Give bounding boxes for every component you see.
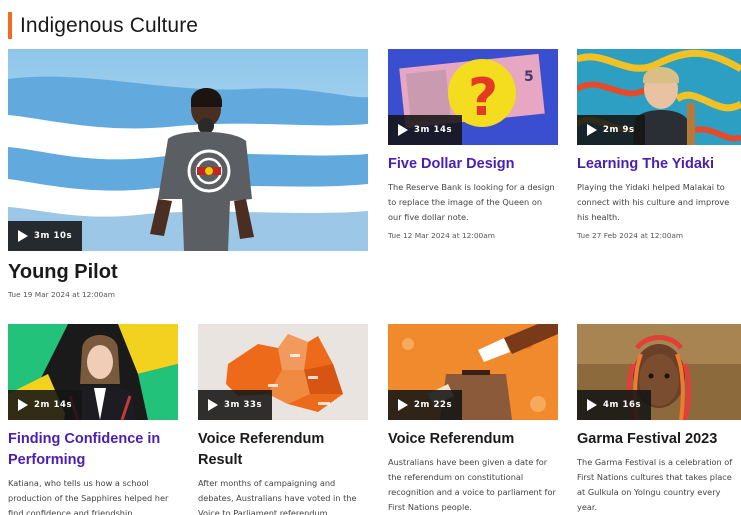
hero-duration: 3m 10s — [34, 231, 73, 241]
section-header: Indigenous Culture — [8, 12, 198, 39]
video-thumbnail[interactable]: 2m 22s — [388, 324, 558, 420]
video-duration: 2m 22s — [414, 400, 453, 410]
svg-text:5: 5 — [524, 69, 534, 85]
video-date: Tue 12 Mar 2024 at 12:00am — [388, 231, 495, 240]
play-icon — [18, 399, 28, 411]
video-title[interactable]: Five Dollar Design — [388, 154, 558, 175]
video-card[interactable]: 5 ? 3m 14s Five Dollar Design The Reserv… — [388, 49, 558, 240]
video-description: Australians have been given a date for t… — [388, 457, 556, 512]
play-icon — [208, 399, 218, 411]
video-card[interactable]: 3m 33s Voice Referendum Result After mon… — [198, 324, 368, 515]
video-duration: 3m 14s — [414, 125, 453, 135]
video-title[interactable]: Voice Referendum — [388, 429, 558, 450]
video-thumbnail[interactable]: 4m 16s — [577, 324, 741, 420]
video-thumbnail[interactable]: 3m 33s — [198, 324, 368, 420]
video-duration: 4m 16s — [603, 400, 642, 410]
video-description: The Garma Festival is a celebration of F… — [577, 457, 733, 512]
video-card[interactable]: 2m 9s Learning The Yidaki Playing the Yi… — [577, 49, 741, 240]
video-duration: 3m 33s — [224, 400, 263, 410]
duration-badge: 2m 14s — [8, 390, 83, 420]
video-duration: 2m 9s — [603, 125, 635, 135]
duration-badge: 4m 16s — [577, 390, 652, 420]
video-description: The Reserve Bank is looking for a design… — [388, 182, 555, 222]
video-title[interactable]: Voice Referendum Result — [198, 429, 368, 471]
play-icon — [398, 399, 408, 411]
hero-date: Tue 19 Mar 2024 at 12:00am — [8, 290, 115, 299]
hero-card[interactable]: 3m 10s Young Pilot Tue 19 Mar 2024 at 12… — [8, 49, 368, 299]
video-thumbnail[interactable]: 5 ? 3m 14s — [388, 49, 558, 145]
video-title[interactable]: Finding Confidence in Performing — [8, 429, 178, 471]
duration-badge: 2m 9s — [577, 115, 645, 145]
hero-thumbnail[interactable]: 3m 10s — [8, 49, 368, 251]
video-card[interactable]: 2m 14s Finding Confidence in Performing … — [8, 324, 178, 515]
section-title: Indigenous Culture — [20, 13, 199, 37]
svg-text:?: ? — [468, 68, 498, 128]
play-icon — [18, 230, 28, 242]
video-description: Playing the Yidaki helped Malakai to con… — [577, 182, 730, 222]
video-thumbnail[interactable]: 2m 14s — [8, 324, 178, 420]
duration-badge: 3m 33s — [198, 390, 273, 420]
video-description: Katiana, who tells us how a school produ… — [8, 478, 169, 515]
video-title[interactable]: Learning The Yidaki — [577, 154, 741, 175]
video-thumbnail[interactable]: 2m 9s — [577, 49, 741, 145]
hero-duration-badge: 3m 10s — [8, 221, 83, 251]
play-icon — [587, 124, 597, 136]
play-icon — [398, 124, 408, 136]
duration-badge: 3m 14s — [388, 115, 463, 145]
video-description: After months of campaigning and debates,… — [198, 478, 357, 515]
video-card[interactable]: 4m 16s Garma Festival 2023 The Garma Fes… — [577, 324, 741, 515]
video-date: Tue 27 Feb 2024 at 12:00am — [577, 231, 684, 240]
play-icon — [587, 399, 597, 411]
video-title[interactable]: Garma Festival 2023 — [577, 429, 741, 450]
video-duration: 2m 14s — [34, 400, 73, 410]
video-card[interactable]: 2m 22s Voice Referendum Australians have… — [388, 324, 558, 515]
duration-badge: 2m 22s — [388, 390, 463, 420]
section-accent-bar — [8, 12, 12, 39]
hero-title[interactable]: Young Pilot — [8, 261, 368, 284]
